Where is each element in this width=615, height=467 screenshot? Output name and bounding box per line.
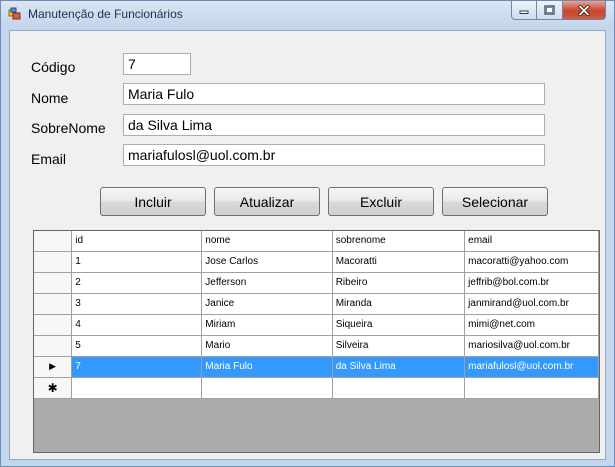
table-row[interactable]: 3 Janice Miranda janmirand@uol.com.br (34, 293, 599, 315)
incluir-button[interactable]: Incluir (100, 187, 206, 216)
title-bar[interactable]: Manutenção de Funcionários (1, 1, 614, 29)
column-header-id[interactable]: id (71, 231, 203, 252)
cell-sobrenome[interactable]: Macoratti (332, 251, 466, 273)
grid-table: id nome sobrenome email 1 Jose Carlos Ma… (34, 231, 599, 399)
grid-header-row: id nome sobrenome email (34, 231, 599, 252)
cell-email[interactable]: jeffrib@bol.com.br (464, 272, 599, 294)
excluir-button[interactable]: Excluir (328, 187, 434, 216)
sobrenome-label: SobreNome (31, 120, 106, 136)
column-header-sobrenome[interactable]: sobrenome (332, 231, 466, 252)
nome-field[interactable] (123, 83, 545, 105)
cell-email[interactable]: janmirand@uol.com.br (464, 293, 599, 315)
sobrenome-field[interactable] (123, 114, 545, 136)
cell-id[interactable]: 2 (71, 272, 203, 294)
form-client-area: Código Nome SobreNome Email Incluir Atua… (9, 30, 606, 460)
cell-sobrenome[interactable]: da Silva Lima (332, 356, 466, 378)
cell-email-new[interactable] (464, 377, 599, 399)
cell-id[interactable]: 1 (71, 251, 203, 273)
table-row[interactable]: 5 Mario Silveira mariosilva@uol.com.br (34, 335, 599, 357)
maximize-button[interactable] (537, 1, 563, 20)
cell-sobrenome[interactable]: Miranda (332, 293, 466, 315)
current-row-arrow-icon[interactable]: ▶ (34, 356, 73, 378)
cell-sobrenome[interactable]: Silveira (332, 335, 466, 357)
email-field[interactable] (123, 144, 545, 166)
close-icon (578, 4, 590, 16)
cell-nome-new[interactable] (201, 377, 333, 399)
window-title: Manutenção de Funcionários (28, 7, 183, 21)
app-window: Manutenção de Funcionários Código 7 Nome… (0, 0, 615, 467)
nome-label: Nome (31, 90, 69, 106)
cell-email[interactable]: mimi@net.com (464, 314, 599, 336)
cell-sobrenome[interactable]: Ribeiro (332, 272, 466, 294)
selecionar-button[interactable]: Selecionar (442, 187, 548, 216)
new-row-asterisk-icon[interactable]: ✱ (34, 377, 73, 399)
column-header-nome[interactable]: nome (201, 231, 333, 252)
app-icon (8, 7, 21, 20)
cell-sobrenome[interactable]: Siqueira (332, 314, 466, 336)
table-row[interactable]: 1 Jose Carlos Macoratti macoratti@yahoo.… (34, 251, 599, 273)
cell-nome[interactable]: Janice (201, 293, 333, 315)
minimize-icon (519, 10, 529, 14)
employees-data-grid[interactable]: id nome sobrenome email 1 Jose Carlos Ma… (33, 230, 600, 453)
cell-email[interactable]: macoratti@yahoo.com (464, 251, 599, 273)
table-row[interactable]: 4 Miriam Siqueira mimi@net.com (34, 314, 599, 336)
row-header[interactable] (34, 314, 73, 336)
minimize-button[interactable] (511, 1, 537, 20)
cell-id[interactable]: 7 (71, 356, 203, 378)
codigo-field[interactable] (123, 53, 191, 75)
table-row-selected[interactable]: ▶ 7 Maria Fulo da Silva Lima mariafulosl… (34, 356, 599, 378)
cell-email[interactable]: mariafulosl@uol.com.br (464, 356, 599, 378)
cell-id-new[interactable] (71, 377, 203, 399)
maximize-icon (544, 5, 555, 15)
cell-nome[interactable]: Maria Fulo (201, 356, 333, 378)
row-header[interactable] (34, 272, 73, 294)
close-button[interactable] (563, 1, 606, 20)
window-controls (511, 1, 606, 20)
cell-nome[interactable]: Miriam (201, 314, 333, 336)
codigo-label: Código (31, 59, 76, 75)
cell-nome[interactable]: Jefferson (201, 272, 333, 294)
cell-id[interactable]: 5 (71, 335, 203, 357)
email-label: Email (31, 151, 67, 167)
row-header[interactable] (34, 293, 73, 315)
table-row[interactable]: 2 Jefferson Ribeiro jeffrib@bol.com.br (34, 272, 599, 294)
new-row[interactable]: ✱ (34, 377, 599, 399)
cell-nome[interactable]: Mario (201, 335, 333, 357)
atualizar-button[interactable]: Atualizar (214, 187, 320, 216)
cell-email[interactable]: mariosilva@uol.com.br (464, 335, 599, 357)
row-header[interactable] (34, 251, 73, 273)
cell-id[interactable]: 3 (71, 293, 203, 315)
cell-nome[interactable]: Jose Carlos (201, 251, 333, 273)
cell-sobrenome-new[interactable] (332, 377, 466, 399)
cell-id[interactable]: 4 (71, 314, 203, 336)
column-header-email[interactable]: email (464, 231, 599, 252)
grid-corner-header[interactable] (34, 231, 73, 252)
row-header[interactable] (34, 335, 73, 357)
